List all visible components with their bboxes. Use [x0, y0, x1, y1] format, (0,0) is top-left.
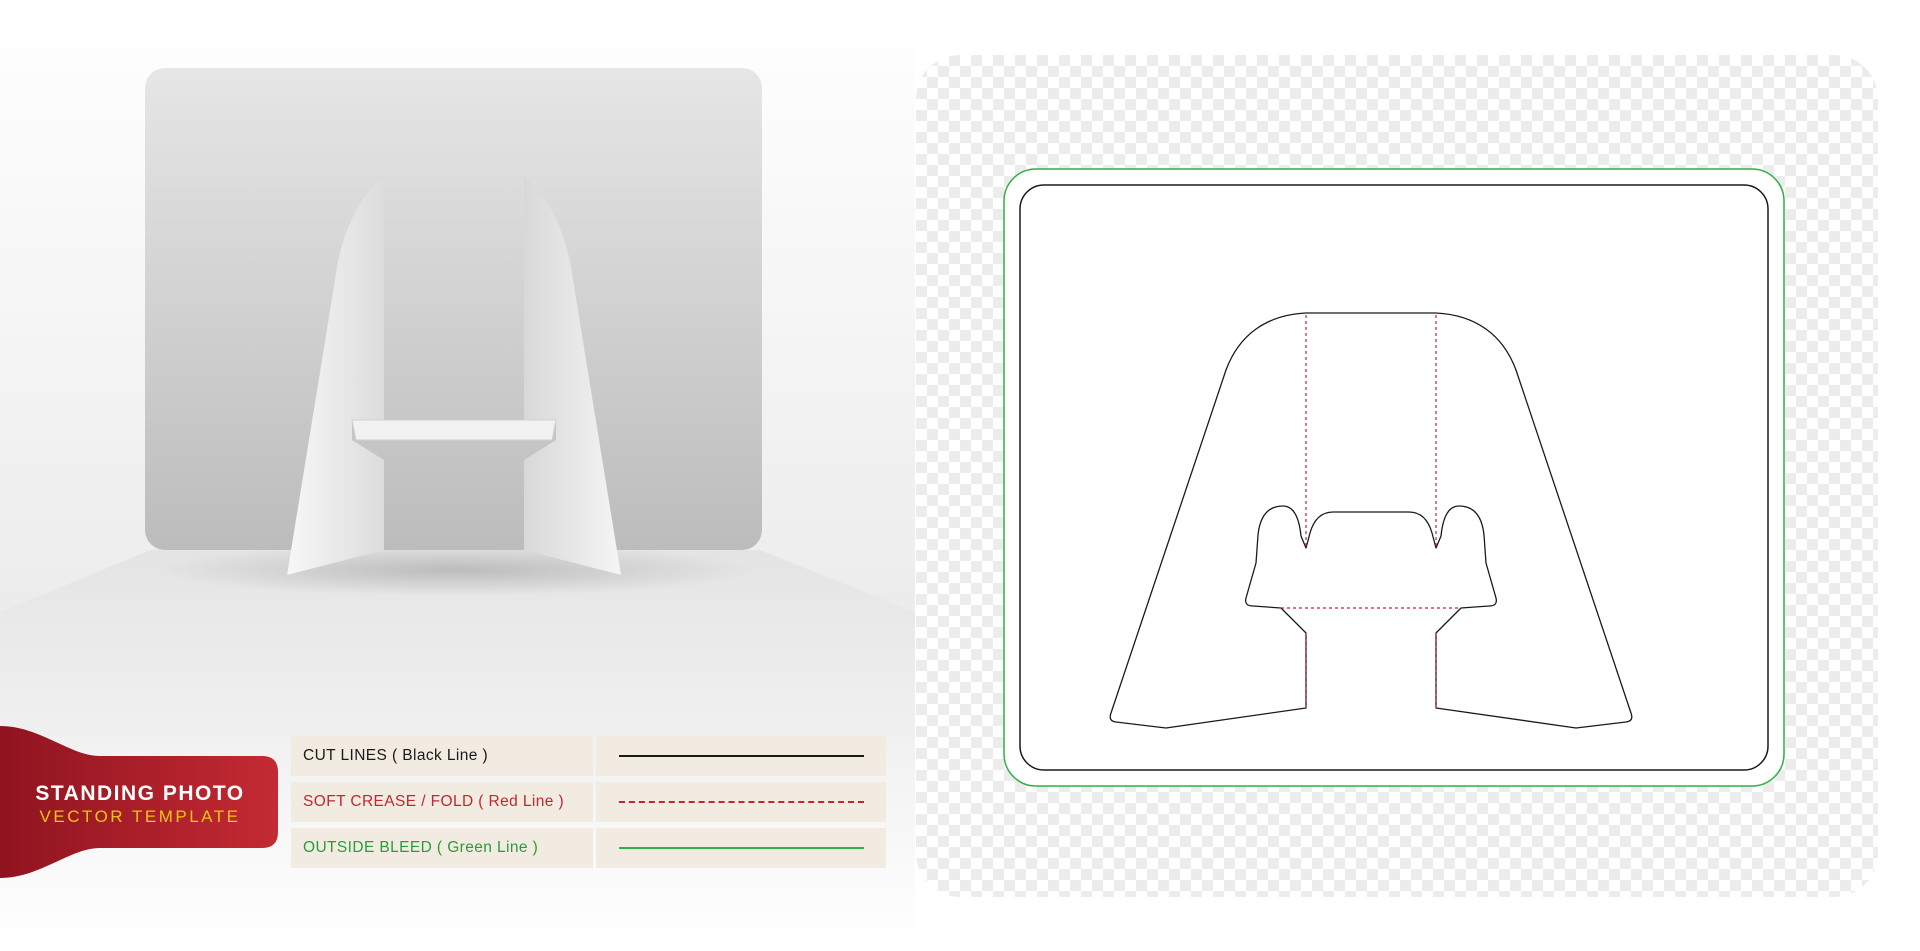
floor-shadow: [155, 544, 755, 596]
stand-crossbar: [351, 419, 557, 441]
legend-label-bleed: OUTSIDE BLEED ( Green Line ): [291, 828, 593, 868]
legend-row-crease: SOFT CREASE / FOLD ( Red Line ): [291, 782, 886, 822]
dieline-panel: [916, 55, 1878, 897]
crease-line-sample: [618, 801, 864, 803]
line-legend: CUT LINES ( Black Line ) SOFT CREASE / F…: [291, 736, 886, 874]
title-badge: STANDING PHOTO VECTOR TEMPLATE: [0, 782, 280, 827]
legend-label-crease: SOFT CREASE / FOLD ( Red Line ): [291, 782, 593, 822]
cut-line-sample: [618, 755, 864, 757]
legend-row-cut-lines: CUT LINES ( Black Line ): [291, 736, 886, 776]
badge-title: STANDING PHOTO: [35, 782, 245, 805]
legend-label-cut-lines: CUT LINES ( Black Line ): [291, 736, 593, 776]
cut-line-board-outline: [1019, 184, 1769, 771]
badge-subtitle: VECTOR TEMPLATE: [39, 807, 241, 826]
legend-sample-bleed: [596, 828, 886, 868]
dieline-drawing: [1003, 168, 1785, 787]
photo-board: [145, 68, 762, 550]
legend-sample-cut-lines: [596, 736, 886, 776]
legend-sample-crease: [596, 782, 886, 822]
bleed-line-sample: [618, 847, 864, 849]
legend-row-bleed: OUTSIDE BLEED ( Green Line ): [291, 828, 886, 868]
